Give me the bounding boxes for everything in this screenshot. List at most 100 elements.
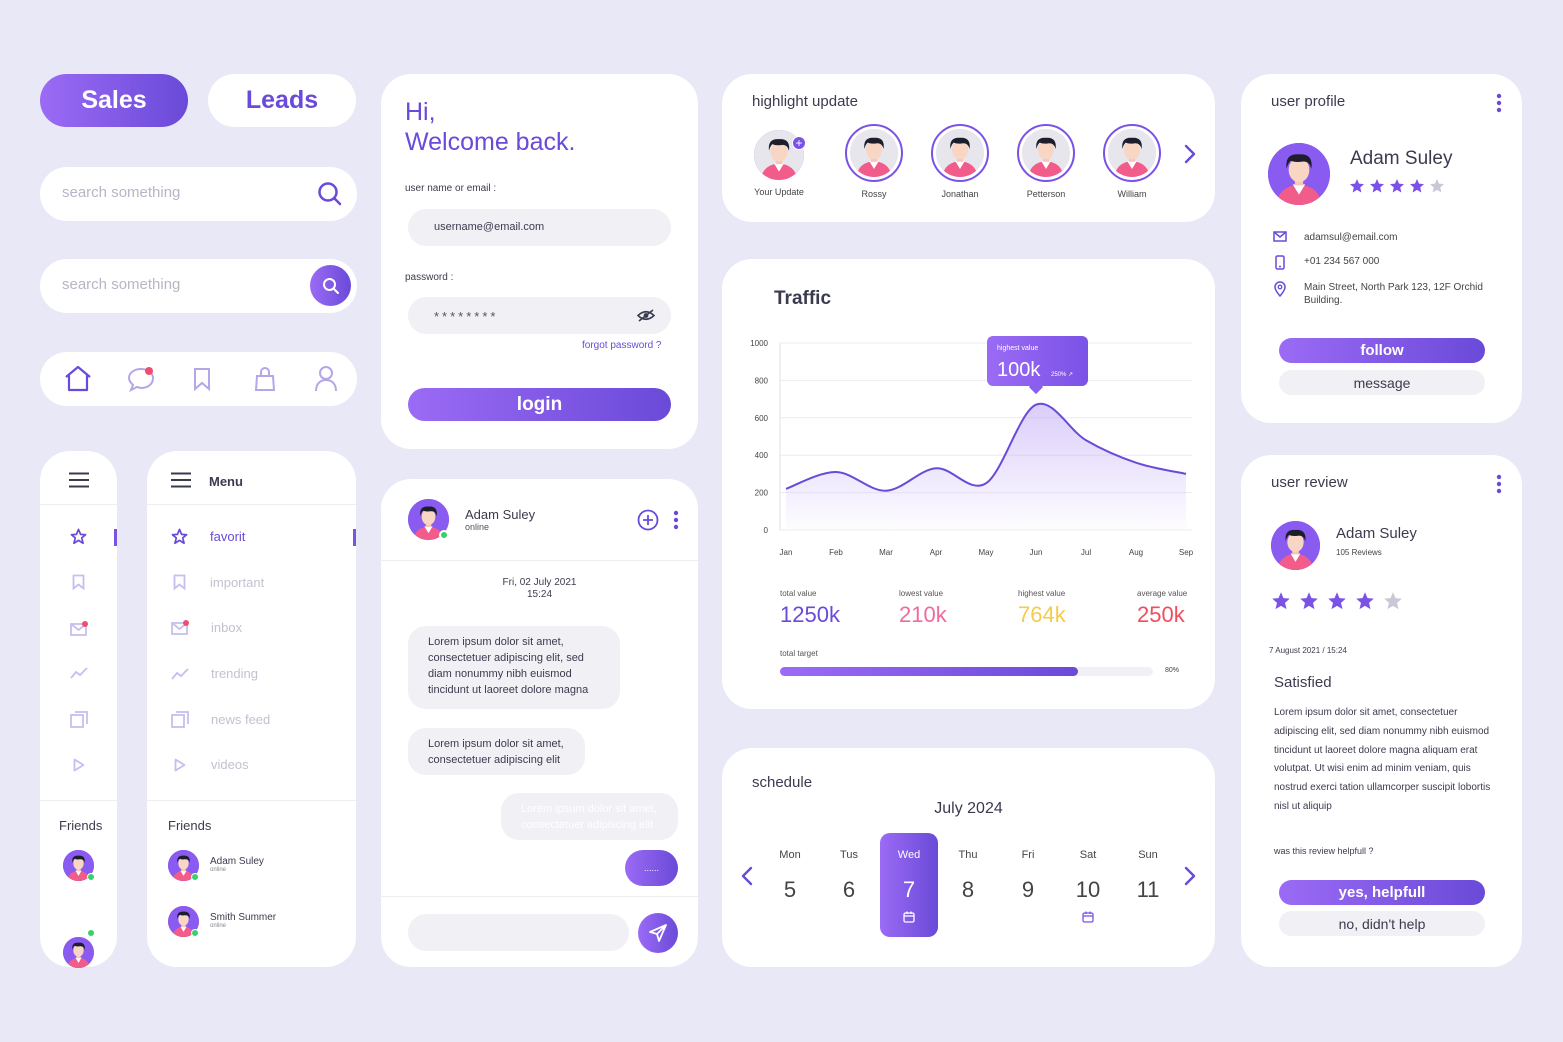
newsfeed-icon [171,711,189,728]
inbox-icon[interactable] [70,621,88,636]
story-name: Jonathan [941,189,979,199]
chat-icon[interactable] [127,366,155,392]
target-pct: 80% [1165,667,1180,674]
friend-status: online [210,923,227,929]
day-fri[interactable]: Fri 9 [999,833,1057,903]
username-value: username@email.com [434,221,545,233]
username-field[interactable]: username@email.com [408,209,671,246]
add-circle-icon[interactable] [637,509,659,531]
contact-address: Main Street, North Park 123, 12F Orchid … [1273,281,1484,307]
active-indicator [353,529,356,546]
sidebar-item-videos[interactable]: videos [171,757,249,772]
sidebar-item-inbox[interactable]: inbox [171,620,242,635]
story-rossy[interactable]: Rossy [843,124,905,199]
yes-helpful-button[interactable]: yes, helpfull [1279,880,1485,905]
forgot-password-link[interactable]: forgot password ? [582,340,662,351]
newsfeed-icon[interactable] [70,711,88,728]
tooltip-pct: 250% ↗ [1051,372,1074,378]
story-jonathan[interactable]: Jonathan [929,124,991,199]
story-william[interactable]: William [1101,124,1163,199]
star-filled-icon [1350,179,1364,193]
chevron-left-icon[interactable] [741,866,753,886]
friend-item[interactable]: Adam Suley online [168,850,338,882]
review-date: 7 August 2021 / 15:24 [1269,646,1347,655]
more-vertical-icon[interactable] [1496,93,1502,113]
password-field[interactable]: ******** [408,297,671,334]
day-name: Fri [1021,849,1035,861]
day-tus[interactable]: Tus 6 [820,833,878,903]
chevron-right-icon[interactable] [1184,866,1196,886]
series-area [786,403,1186,530]
sidebar-item-trending[interactable]: trending [171,666,258,681]
login-button[interactable]: login [408,388,671,421]
story-your-update[interactable]: + Your Update [748,130,810,197]
day-thu[interactable]: Thu 8 [939,833,997,903]
eye-off-icon[interactable] [637,309,655,322]
follow-button[interactable]: follow [1279,338,1485,363]
rating-stars [1349,178,1445,194]
avatar [936,129,984,177]
play-icon[interactable] [73,758,85,772]
bookmark-icon[interactable] [72,574,85,590]
sidebar-item-important[interactable]: important [171,574,264,590]
friend-item[interactable]: Smith Summer online [168,906,338,938]
contact-email: adamsul@email.com [1273,231,1398,244]
search-icon[interactable] [317,181,343,207]
tab-leads[interactable]: Leads [208,74,356,127]
chevron-right-icon[interactable] [1184,144,1196,164]
user-icon[interactable] [314,365,338,392]
day-name: Sat [1079,849,1097,861]
day-sun[interactable]: Sun 11 [1119,833,1177,903]
sidebar-item-label: news feed [211,712,271,727]
x-tick-label: Feb [829,548,843,557]
inbox-icon [171,620,189,635]
target-progress-fill [780,667,1079,676]
chat-message-input[interactable] [408,914,629,951]
story-petterson[interactable]: Petterson [1015,124,1077,199]
send-icon [649,924,667,942]
home-icon[interactable] [64,365,92,392]
hamburger-icon[interactable] [69,472,89,488]
greeting-line1: Hi, [405,98,436,126]
day-mon[interactable]: Mon 5 [761,833,819,903]
sidebar-item-label: favorit [210,529,246,544]
phone-text: +01 234 567 000 [1304,256,1380,267]
story-ring [931,124,989,182]
stat-value: 764k [1018,602,1066,627]
avatar [1268,143,1330,205]
friend-name: Adam Suley [210,856,264,867]
star-filled-icon [1300,592,1318,610]
tab-sales[interactable]: Sales [40,74,188,127]
hamburger-icon[interactable] [171,472,191,488]
no-helpful-button[interactable]: no, didn't help [1279,911,1485,936]
trending-icon[interactable] [70,667,88,679]
sidebar-expanded: Menu favorit important inbox trending ne… [147,451,356,967]
story-name: Rossy [861,189,887,199]
bookmark-icon[interactable] [192,367,212,391]
friend-name: Smith Summer [210,912,277,923]
avatar[interactable] [63,937,94,968]
review-count: 105 Reviews [1336,548,1382,557]
day-wed-selected[interactable]: Wed 7 [880,833,938,937]
search-input[interactable]: search something [62,276,180,293]
online-dot [191,873,199,881]
send-button[interactable] [638,913,678,953]
more-vertical-icon[interactable] [1496,474,1502,494]
divider [381,896,698,897]
search-button[interactable] [310,265,351,306]
more-vertical-icon[interactable] [673,510,679,530]
bookmark-icon [173,574,186,590]
sidebar-item-news-feed[interactable]: news feed [171,711,270,728]
day-sat[interactable]: Sat 10 [1059,833,1117,928]
greeting-line2: Welcome back. [405,128,576,156]
user-profile-card: user profile Adam Suley adamsul@email.co… [1241,74,1522,423]
star-icon[interactable] [70,528,87,545]
message-button[interactable]: message [1279,370,1485,395]
star-filled-icon [1328,592,1346,610]
bag-icon[interactable] [254,366,276,392]
traffic-card: Traffic 0 200 400 600 800 1000 Jan Feb Mar Apr May… [722,259,1215,709]
search-input[interactable]: search something [62,184,180,201]
day-name: Wed [897,849,921,861]
mail-icon [1273,231,1287,242]
sidebar-item-favorit[interactable]: favorit [171,528,245,545]
